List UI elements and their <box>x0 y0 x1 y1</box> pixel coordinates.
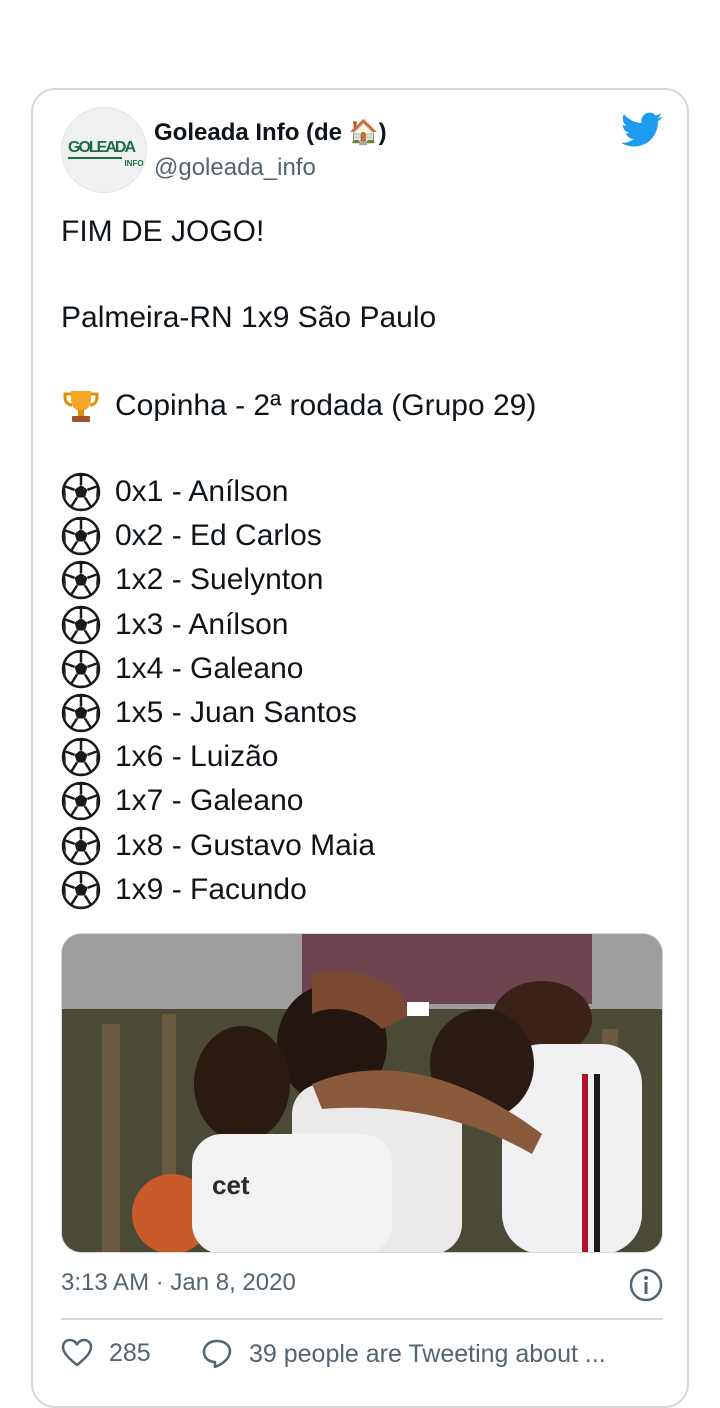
soccer-ball-icon <box>61 693 101 733</box>
heart-icon <box>61 1338 93 1367</box>
svg-text:cet: cet <box>212 1170 250 1200</box>
tweet-competition-line: Copinha - 2ª rodada (Grupo 29) <box>61 384 536 428</box>
soccer-ball-icon <box>61 561 101 600</box>
soccer-ball-icon <box>61 870 101 910</box>
goal-item: 0x2 - Ed Carlos <box>61 514 322 558</box>
soccer-ball-icon <box>61 782 101 821</box>
goal-item: 1x3 - Anílson <box>61 603 288 647</box>
goal-text: 1x5 - Juan Santos <box>115 696 357 729</box>
soccer-ball-icon <box>61 472 101 512</box>
author-handle[interactable]: @goleada_info <box>154 153 316 183</box>
divider <box>61 1318 663 1320</box>
twitter-bird-icon[interactable] <box>621 112 663 148</box>
goal-text: 1x2 - Suelynton <box>115 563 324 597</box>
avatar-logo-subtext: INFO <box>124 159 143 168</box>
like-count: 285 <box>109 1338 151 1367</box>
speech-bubble-icon <box>202 1339 232 1369</box>
soccer-ball-icon <box>61 737 101 777</box>
soccer-ball-icon <box>61 516 101 556</box>
tweet-competition: Copinha - 2ª rodada (Grupo 29) <box>115 389 537 422</box>
goal-text: 1x6 - Luizão <box>115 740 279 774</box>
goal-item: 1x2 - Suelynton <box>61 558 323 602</box>
goal-text: 1x3 - Anílson <box>115 607 289 641</box>
goal-item: 1x6 - Luizão <box>61 735 278 779</box>
soccer-ball-icon <box>61 826 101 865</box>
goal-item: 1x9 - Facundo <box>61 868 307 912</box>
avatar-logo-text: GOLEADA <box>68 139 136 156</box>
like-button[interactable]: 285 <box>61 1338 151 1368</box>
tweet-headline: FIM DE JOGO! <box>61 215 265 248</box>
goal-item: 1x7 - Galeano <box>61 779 303 823</box>
goal-text: 0x2 - Ed Carlos <box>115 519 322 553</box>
goal-text: 1x9 - Facundo <box>115 872 307 906</box>
info-icon[interactable] <box>629 1268 663 1302</box>
goal-text: 1x4 - Galeano <box>115 651 304 685</box>
tweet-photo[interactable]: cet <box>61 933 663 1253</box>
conversation-link[interactable]: 39 people are Tweeting about ... <box>201 1338 606 1370</box>
tweet-card[interactable]: GOLEADA INFO Goleada Info (de 🏠) @golead… <box>31 88 689 1408</box>
goal-text: 0x1 - Anílson <box>115 475 289 508</box>
soccer-ball-icon <box>61 605 101 644</box>
trophy-icon <box>63 391 99 422</box>
soccer-ball-icon <box>61 649 101 689</box>
tweet-score: Palmeira-RN 1x9 São Paulo <box>61 301 437 334</box>
goal-item: 1x4 - Galeano <box>61 647 303 691</box>
goal-text: 1x7 - Galeano <box>115 784 304 818</box>
goal-item: 0x1 - Anílson <box>61 470 288 514</box>
author-display-name[interactable]: Goleada Info (de 🏠) <box>154 118 387 148</box>
goal-item: 1x5 - Juan Santos <box>61 691 357 735</box>
avatar[interactable]: GOLEADA INFO <box>61 107 147 193</box>
conversation-text: 39 people are Tweeting about ... <box>249 1339 606 1368</box>
tweet-timestamp[interactable]: 3:13 AM · Jan 8, 2020 <box>61 1268 296 1298</box>
goal-item: 1x8 - Gustavo Maia <box>61 824 375 868</box>
goal-text: 1x8 - Gustavo Maia <box>115 828 376 862</box>
